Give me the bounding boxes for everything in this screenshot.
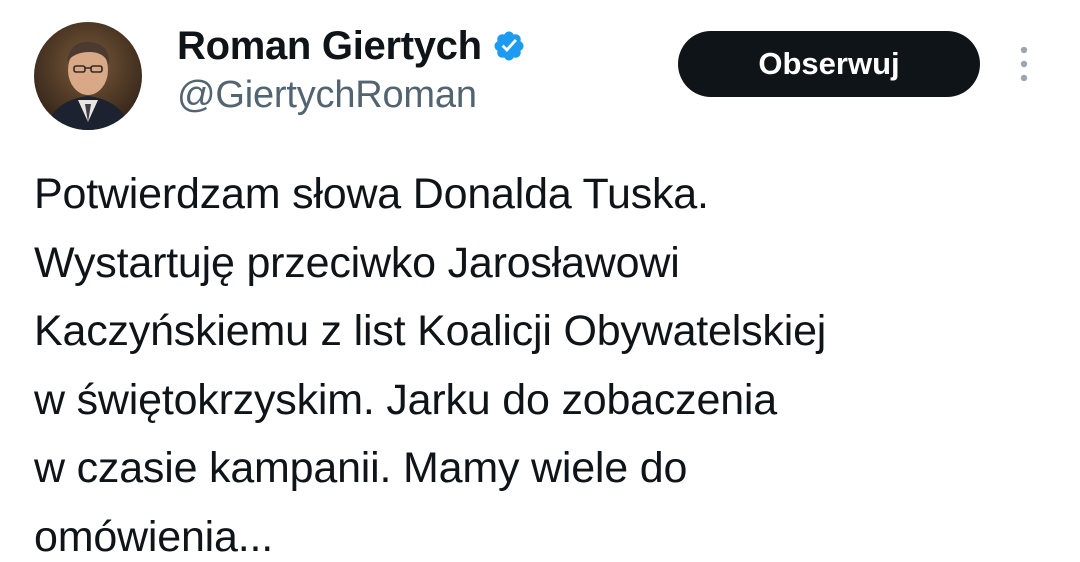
author-handle[interactable]: @GiertychRoman [177, 74, 477, 117]
follow-button[interactable]: Obserwuj [678, 31, 980, 97]
tweet-text-line: w świętokrzyskim. Jarku do zobaczenia [34, 375, 777, 424]
tweet-card: Roman Giertych @GiertychRoman Obserwuj P… [0, 0, 1080, 562]
tweet-text-line: Potwierdzam słowa Donalda Tuska. [34, 170, 709, 218]
avatar[interactable] [34, 22, 142, 130]
tweet-text-line: omówienia... [34, 512, 273, 561]
avatar-image [34, 22, 142, 130]
tweet-text-line: w czasie kampanii. Mamy wiele do [34, 444, 688, 492]
author-display-name[interactable]: Roman Giertych [177, 24, 482, 69]
tweet-text-line: Kaczyńskiemu z list Koalicji Obywatelski… [34, 307, 827, 355]
tweet-text: Potwierdzam słowa Donalda Tuska. Wystart… [34, 160, 1054, 562]
more-vertical-icon[interactable] [1008, 40, 1040, 88]
author-name-row: Roman Giertych [177, 22, 526, 70]
verified-badge-icon[interactable] [492, 29, 526, 63]
tweet-text-line: Wystartuję przeciwko Jarosławowi [34, 238, 680, 287]
